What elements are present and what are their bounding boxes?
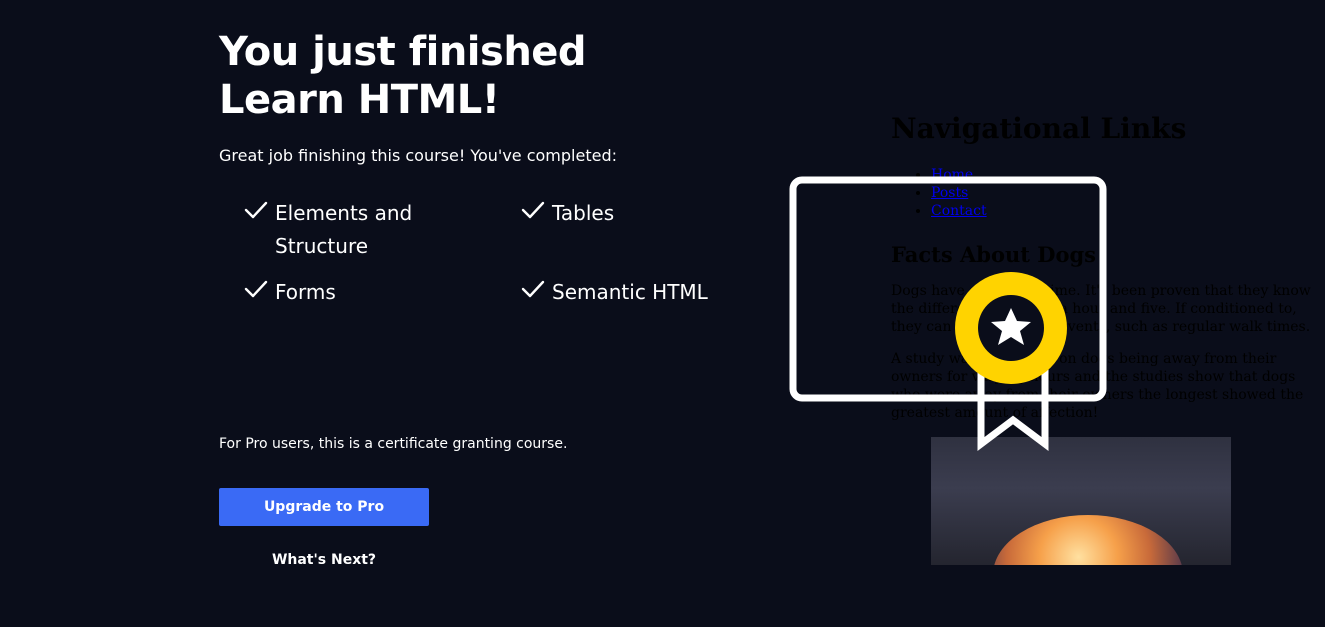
checkmark-icon — [521, 276, 547, 309]
skill-label: Forms — [275, 280, 336, 304]
skill-item: Forms — [244, 276, 336, 309]
skill-item: Elements and Structure — [244, 197, 465, 263]
title-line-1: You just finished — [219, 29, 587, 75]
checkmark-icon — [244, 197, 270, 230]
upgrade-to-pro-button[interactable]: Upgrade to Pro — [219, 488, 429, 526]
title-line-2: Learn HTML! — [219, 77, 500, 123]
checkmark-icon — [244, 276, 270, 309]
skill-item: Semantic HTML — [521, 276, 708, 309]
skill-label: Semantic HTML — [552, 280, 708, 304]
skill-label: Elements and Structure — [275, 201, 413, 258]
skill-item: Tables — [521, 197, 614, 230]
dog-photo-subject — [993, 515, 1183, 565]
page-title: You just finished Learn HTML! — [219, 28, 679, 124]
skill-label: Tables — [552, 201, 615, 225]
dog-photo — [931, 437, 1231, 565]
checkmark-icon — [521, 197, 547, 230]
preview-title: Navigational Links — [891, 112, 1187, 145]
pro-certificate-note: For Pro users, this is a certificate gra… — [219, 436, 568, 452]
certificate-icon — [789, 176, 1107, 451]
completion-subtitle: Great job finishing this course! You've … — [219, 146, 617, 165]
whats-next-link[interactable]: What's Next? — [219, 550, 429, 570]
